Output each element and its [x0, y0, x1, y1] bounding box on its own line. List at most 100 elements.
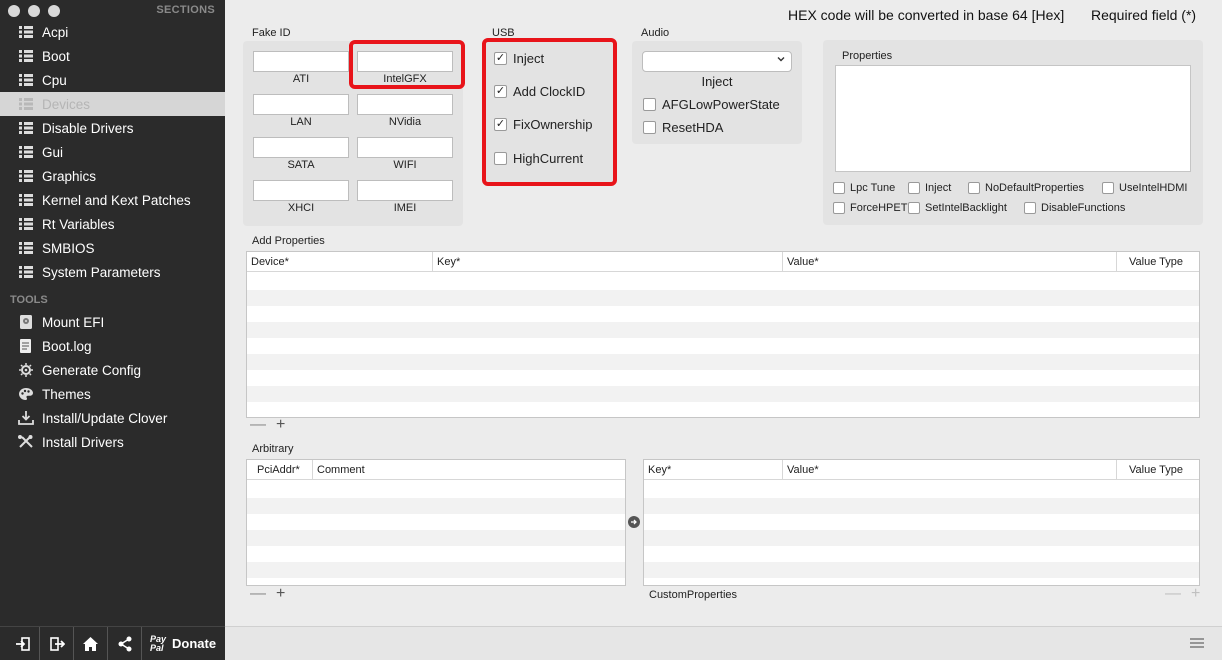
- sidebar-item-label: Graphics: [42, 168, 97, 184]
- column-comment[interactable]: Comment: [312, 460, 627, 480]
- column-pciaddr[interactable]: PciAddr*: [247, 460, 312, 480]
- imei-label: IMEI: [393, 202, 417, 214]
- tool-item-label: Themes: [42, 386, 91, 402]
- setintelbacklight-label: SetIntelBacklight: [925, 202, 1007, 214]
- list-icon: [18, 97, 34, 111]
- sidebar-item-gui[interactable]: Gui: [0, 140, 225, 164]
- tool-item-generate-config[interactable]: Generate Config: [0, 358, 225, 382]
- sidebar-item-label: Disable Drivers: [42, 120, 134, 136]
- lan-label: LAN: [290, 116, 312, 128]
- table-row-stripe: [247, 498, 625, 514]
- arbitrary-left-table[interactable]: PciAddr* Comment: [246, 459, 626, 586]
- zoom-window-button[interactable]: [48, 5, 60, 17]
- sidebar-item-graphics[interactable]: Graphics: [0, 164, 225, 188]
- tool-item-themes[interactable]: Themes: [0, 382, 225, 406]
- column-value[interactable]: Value*: [782, 252, 1116, 272]
- arbitrary-right-table[interactable]: Key* Value* Value Type: [643, 459, 1200, 586]
- sidebar-item-label: System Parameters: [42, 264, 161, 280]
- setintelbacklight-checkbox[interactable]: SetIntelBacklight: [908, 202, 1007, 214]
- share-icon[interactable]: [108, 626, 142, 660]
- list-icon: [18, 217, 34, 231]
- add-properties-table[interactable]: Device* Key* Value* Value Type: [246, 251, 1200, 418]
- afglowpowerstate-checkbox[interactable]: AFGLowPowerState: [643, 97, 780, 112]
- table-row-stripe: [644, 530, 1199, 546]
- checkbox-empty: [908, 202, 920, 214]
- audio-inject-select[interactable]: [642, 51, 792, 72]
- list-icon: [18, 73, 34, 87]
- properties-inject-checkbox[interactable]: Inject: [908, 182, 951, 194]
- tool-item-install-update-clover[interactable]: Install/Update Clover: [0, 406, 225, 430]
- minimize-window-button[interactable]: [28, 5, 40, 17]
- sata-field[interactable]: [253, 137, 349, 158]
- donate-label: Donate: [172, 636, 217, 651]
- useintelhdmi-checkbox[interactable]: UseIntelHDMI: [1102, 182, 1187, 194]
- checkbox-empty: [643, 98, 656, 111]
- menu-icon[interactable]: [1190, 637, 1204, 652]
- checkbox-empty: [833, 182, 845, 194]
- column-value[interactable]: Value*: [782, 460, 1116, 480]
- table-row-stripe: [247, 354, 1199, 370]
- sidebar-item-disable-drivers[interactable]: Disable Drivers: [0, 116, 225, 140]
- add-row-button[interactable]: +: [276, 585, 285, 603]
- remove-row-button[interactable]: —: [250, 585, 266, 603]
- donate-button[interactable]: Pay Pal Donate: [150, 634, 217, 653]
- column-key[interactable]: Key*: [644, 460, 782, 480]
- xhci-field[interactable]: [253, 180, 349, 201]
- lpc-tune-checkbox[interactable]: Lpc Tune: [833, 182, 895, 194]
- imei-field[interactable]: [357, 180, 453, 201]
- column-device[interactable]: Device*: [247, 252, 432, 272]
- remove-row-button[interactable]: —: [250, 416, 266, 434]
- forcehpet-checkbox[interactable]: ForceHPET: [833, 202, 907, 214]
- tool-item-label: Mount EFI: [42, 314, 105, 330]
- import-icon[interactable]: [6, 626, 40, 660]
- tool-item-install-drivers[interactable]: Install Drivers: [0, 430, 225, 454]
- disablefunctions-checkbox[interactable]: DisableFunctions: [1024, 202, 1125, 214]
- table-row-stripe: [644, 498, 1199, 514]
- hex-note: HEX code will be converted in base 64 [H…: [788, 7, 1065, 23]
- properties-title: Properties: [842, 50, 893, 62]
- tool-item-mount-efi[interactable]: Mount EFI: [0, 310, 225, 334]
- ati-field[interactable]: [253, 51, 349, 72]
- remove-row-button[interactable]: —: [1165, 585, 1181, 603]
- audio-inject-label: Inject: [701, 74, 733, 89]
- table-row-stripe: [247, 290, 1199, 306]
- sidebar-item-rt-variables[interactable]: Rt Variables: [0, 212, 225, 236]
- home-icon[interactable]: [74, 626, 108, 660]
- properties-textarea[interactable]: [835, 65, 1191, 172]
- nodefaultproperties-label: NoDefaultProperties: [985, 182, 1085, 194]
- column-value-type[interactable]: Value Type: [1116, 252, 1201, 272]
- arrow-right-icon[interactable]: [628, 516, 640, 528]
- tool-item-boot-log[interactable]: Boot.log: [0, 334, 225, 358]
- export-icon[interactable]: [40, 626, 74, 660]
- column-key[interactable]: Key*: [432, 252, 782, 272]
- wifi-field[interactable]: [357, 137, 453, 158]
- add-properties-title: Add Properties: [252, 235, 325, 247]
- nvidia-field[interactable]: [357, 94, 453, 115]
- tools-icon: [18, 435, 34, 449]
- sidebar-item-label: Rt Variables: [42, 216, 115, 232]
- sidebar-item-label: Acpi: [42, 24, 69, 40]
- nodefaultproperties-checkbox[interactable]: NoDefaultProperties: [968, 182, 1084, 194]
- arbitrary-right-header: Key* Value* Value Type: [644, 460, 1199, 480]
- sidebar-item-kernel-and-kext-patches[interactable]: Kernel and Kext Patches: [0, 188, 225, 212]
- close-window-button[interactable]: [8, 5, 20, 17]
- list-icon: [18, 145, 34, 159]
- lan-field[interactable]: [253, 94, 349, 115]
- forcehpet-label: ForceHPET: [850, 202, 908, 214]
- sidebar-item-smbios[interactable]: SMBIOS: [0, 236, 225, 260]
- sidebar-item-acpi[interactable]: Acpi: [0, 20, 225, 44]
- useintelhdmi-label: UseIntelHDMI: [1119, 182, 1188, 194]
- list-icon: [18, 169, 34, 183]
- sidebar-item-devices[interactable]: Devices: [0, 92, 225, 116]
- usb-highlight: [482, 38, 617, 186]
- add-row-button[interactable]: +: [276, 416, 285, 434]
- sidebar-item-system-parameters[interactable]: System Parameters: [0, 260, 225, 284]
- resethda-checkbox[interactable]: ResetHDA: [643, 120, 723, 135]
- checkbox-empty: [1024, 202, 1036, 214]
- column-value-type[interactable]: Value Type: [1116, 460, 1201, 480]
- sidebar-item-boot[interactable]: Boot: [0, 44, 225, 68]
- ati-label: ATI: [292, 73, 310, 85]
- add-row-button[interactable]: +: [1191, 585, 1200, 603]
- properties-group: Properties Lpc Tune Inject NoDefaultProp…: [823, 40, 1203, 225]
- sidebar-item-cpu[interactable]: Cpu: [0, 68, 225, 92]
